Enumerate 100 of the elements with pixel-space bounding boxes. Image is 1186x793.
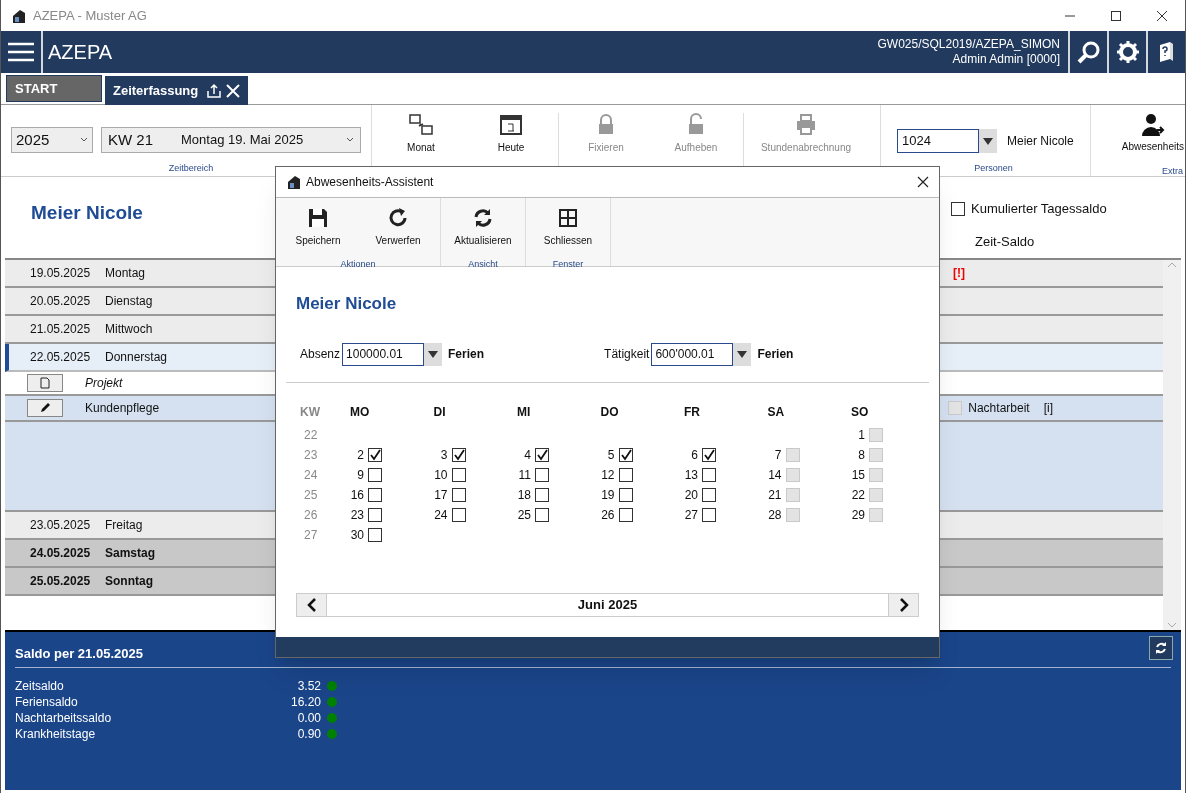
person-heading: Meier Nicole bbox=[31, 201, 143, 225]
week-number: 24 bbox=[303, 466, 319, 484]
day-number: 13 bbox=[683, 466, 698, 484]
toolbar-button[interactable]: Verwerfen bbox=[358, 198, 438, 248]
maximize-icon bbox=[1111, 10, 1121, 21]
day-checkbox[interactable] bbox=[702, 487, 716, 502]
checkbox-label: Kumulierter Tagessaldo bbox=[971, 200, 1107, 218]
scrollbar[interactable] bbox=[1163, 260, 1181, 630]
day-number: 30 bbox=[349, 526, 364, 544]
triangle-down-icon bbox=[428, 350, 439, 358]
day-number: 27 bbox=[683, 506, 698, 524]
dropdown-button[interactable] bbox=[733, 342, 752, 366]
activity-code-field[interactable]: 600'000.01 bbox=[651, 342, 734, 366]
day-number: 14 bbox=[767, 466, 782, 484]
day-number: 21 bbox=[767, 486, 782, 504]
day-checkbox[interactable] bbox=[535, 507, 549, 522]
toolbar-button[interactable]: Schliessen bbox=[528, 198, 608, 248]
absence-type-name: Ferien bbox=[757, 346, 794, 363]
tab[interactable]: START bbox=[6, 75, 102, 102]
column-header: FR bbox=[683, 403, 701, 421]
chevron-down-icon bbox=[346, 137, 354, 143]
day-number: 3 bbox=[439, 446, 448, 464]
day-checkbox[interactable] bbox=[702, 447, 716, 462]
toolbar-button[interactable]: Aktualisieren bbox=[443, 198, 523, 248]
day-checkbox[interactable] bbox=[451, 507, 466, 522]
info-link[interactable]: [i] bbox=[1043, 399, 1053, 417]
day-checkbox[interactable] bbox=[702, 507, 716, 522]
saldo-value: 16.20 bbox=[289, 693, 321, 710]
week-dropdown[interactable]: KW 21 Montag 19. Mai 2025 bbox=[101, 127, 361, 153]
day-checkbox[interactable] bbox=[368, 467, 382, 482]
day-number: 10 bbox=[433, 466, 448, 484]
app-name: AZEPA bbox=[47, 40, 113, 65]
document-button[interactable] bbox=[27, 374, 63, 392]
refresh-button[interactable] bbox=[1149, 636, 1173, 660]
day-checkbox[interactable] bbox=[368, 447, 382, 462]
checkmark-icon bbox=[703, 448, 715, 461]
edit-button[interactable] bbox=[27, 399, 63, 417]
column-header: DI bbox=[432, 403, 447, 421]
day-number: 24 bbox=[433, 506, 448, 524]
toolbar-button[interactable]: Monat bbox=[376, 113, 466, 155]
menu-icon bbox=[8, 42, 34, 62]
day-checkbox[interactable] bbox=[451, 447, 466, 462]
column-header: Zeit-Saldo bbox=[975, 232, 1036, 251]
pencil-icon bbox=[39, 402, 51, 414]
day-number: 17 bbox=[433, 486, 448, 504]
day-checkbox[interactable] bbox=[451, 487, 466, 502]
absence-code-field[interactable]: 100000.01 bbox=[342, 342, 425, 366]
next-month-button[interactable] bbox=[888, 594, 918, 616]
day-checkbox[interactable] bbox=[535, 447, 549, 462]
week-number: 25 bbox=[303, 486, 319, 504]
person-id-field[interactable]: 1024 bbox=[897, 129, 979, 153]
toolbar-button[interactable]: Speichern bbox=[278, 198, 358, 248]
tab[interactable]: Zeiterfassung bbox=[105, 76, 249, 105]
close-button[interactable] bbox=[917, 176, 929, 188]
day-checkbox[interactable] bbox=[535, 487, 549, 502]
absence-button[interactable]: Abwesenheits bbox=[1121, 113, 1184, 154]
day-checkbox[interactable] bbox=[702, 467, 716, 482]
document-icon bbox=[39, 377, 51, 389]
day-checkbox[interactable] bbox=[368, 527, 382, 542]
checkbox[interactable] bbox=[951, 201, 965, 216]
day-number: 29 bbox=[850, 506, 865, 524]
window-title: AZEPA - Muster AG bbox=[33, 6, 147, 25]
checkmark-icon bbox=[536, 448, 548, 461]
week-number: 27 bbox=[303, 526, 319, 544]
dropdown-button[interactable] bbox=[424, 342, 443, 366]
day-checkbox[interactable] bbox=[618, 487, 633, 502]
search-icon bbox=[1076, 40, 1101, 64]
saldo-value: 0.90 bbox=[296, 725, 321, 742]
dropdown-button[interactable] bbox=[979, 129, 997, 153]
checkmark-icon bbox=[619, 448, 632, 461]
field-label: Tätigkeit bbox=[604, 346, 650, 363]
settings-icon bbox=[1115, 40, 1140, 64]
group-label: Personen bbox=[974, 162, 1013, 175]
day-checkbox[interactable] bbox=[368, 507, 382, 522]
app-logo-icon bbox=[11, 7, 27, 24]
day-number: 18 bbox=[516, 486, 531, 504]
day-checkbox[interactable] bbox=[618, 447, 633, 462]
week-number: 23 bbox=[303, 446, 319, 464]
day-checkbox[interactable] bbox=[618, 507, 633, 522]
close-icon bbox=[1157, 10, 1167, 21]
toolbar-button[interactable]: Heute bbox=[466, 113, 556, 155]
column-header: KW bbox=[299, 403, 321, 421]
chevron-up-icon bbox=[1167, 262, 1177, 268]
day-checkbox[interactable] bbox=[535, 467, 549, 482]
month-label: Juni 2025 bbox=[576, 596, 639, 614]
group-label: Ansicht bbox=[468, 258, 498, 271]
close-icon bbox=[917, 176, 929, 188]
day-number: 19 bbox=[600, 486, 615, 504]
day-checkbox[interactable] bbox=[368, 487, 382, 502]
day-number: 28 bbox=[767, 506, 782, 524]
absence-type-name: Ferien bbox=[448, 346, 485, 363]
chevron-right-icon bbox=[898, 598, 909, 612]
day-number: 2 bbox=[356, 446, 364, 464]
year-dropdown[interactable]: 2025 bbox=[11, 127, 93, 153]
day-checkbox[interactable] bbox=[451, 467, 466, 482]
project-label: Projekt bbox=[85, 375, 123, 392]
column-header: SO bbox=[850, 403, 870, 421]
day-checkbox[interactable] bbox=[618, 467, 633, 482]
previous-month-button[interactable] bbox=[297, 594, 327, 616]
close-tab-button[interactable] bbox=[226, 83, 241, 98]
